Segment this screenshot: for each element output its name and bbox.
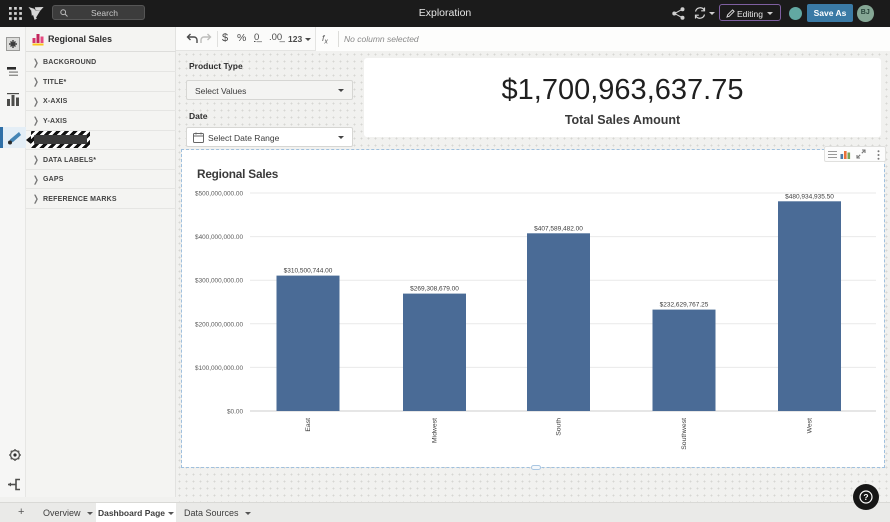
svg-text:$407,589,482.00: $407,589,482.00 <box>534 225 583 232</box>
svg-text:South: South <box>556 418 563 436</box>
svg-text:$310,500,744.00: $310,500,744.00 <box>284 268 333 275</box>
svg-text:$400,000,000.00: $400,000,000.00 <box>195 234 243 241</box>
svg-text:Regional Sales: Regional Sales <box>197 167 279 181</box>
svg-text:East: East <box>305 418 312 432</box>
svg-text:?: ? <box>863 492 868 502</box>
svg-text:$0.00: $0.00 <box>227 409 243 416</box>
svg-text:$200,000,000.00: $200,000,000.00 <box>195 321 243 328</box>
svg-text:$500,000,000.00: $500,000,000.00 <box>195 191 243 198</box>
svg-text:$100,000,000.00: $100,000,000.00 <box>195 365 243 372</box>
svg-text:$269,308,679.00: $269,308,679.00 <box>410 286 459 293</box>
svg-text:Southwest: Southwest <box>681 418 688 450</box>
svg-text:West: West <box>807 418 814 433</box>
svg-text:Midwest: Midwest <box>432 418 439 443</box>
svg-text:$480,934,935.50: $480,934,935.50 <box>785 193 834 200</box>
svg-text:$232,629,767.25: $232,629,767.25 <box>660 302 709 309</box>
svg-text:$300,000,000.00: $300,000,000.00 <box>195 278 243 285</box>
